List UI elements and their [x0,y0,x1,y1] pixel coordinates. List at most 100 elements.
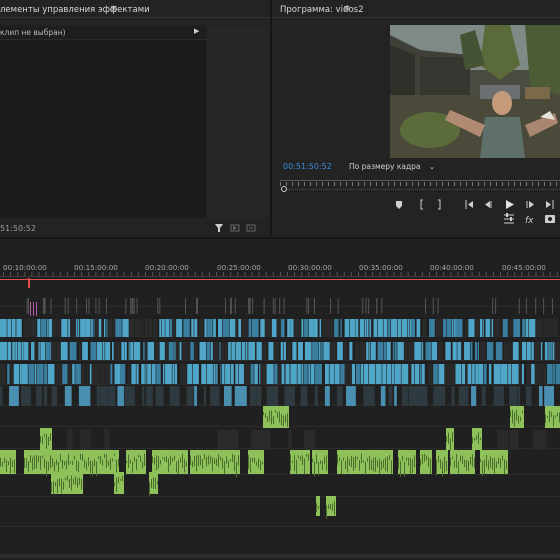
edit-line[interactable] [437,298,439,314]
audio-waveform[interactable] [14,459,15,473]
video-clip[interactable] [106,319,108,337]
audio-waveform[interactable] [502,455,503,461]
audio-waveform[interactable] [478,432,479,444]
video-clip[interactable] [308,319,314,337]
video-clip[interactable] [334,364,340,384]
video-clip[interactable] [451,319,454,337]
audio-waveform[interactable] [142,461,143,469]
video-clip[interactable] [155,386,164,406]
audio-waveform[interactable] [512,409,513,424]
video-clip[interactable] [168,342,174,360]
ruler-tick[interactable] [180,272,182,276]
audio-waveform[interactable] [6,459,7,473]
video-clip[interactable] [297,364,301,384]
video-clip[interactable] [321,342,323,360]
video-clip[interactable] [156,364,161,384]
audio-waveform[interactable] [308,454,309,461]
audio-waveform[interactable] [162,456,163,459]
audio-waveform[interactable] [170,456,171,466]
audio-waveform[interactable] [302,455,303,466]
audio-waveform[interactable] [452,432,453,442]
audio-waveform[interactable] [212,457,213,472]
video-clip[interactable] [526,364,531,384]
video-clip[interactable] [526,342,531,360]
audio-waveform[interactable] [254,457,255,464]
video-clip[interactable] [329,342,337,360]
video-clip[interactable] [468,319,475,337]
audio-waveform[interactable] [500,458,501,468]
video-clip[interactable] [243,364,250,384]
video-clip[interactable] [557,342,560,360]
video-clip[interactable] [349,319,356,337]
audio-waveform[interactable] [182,453,183,469]
audio-waveform[interactable] [55,482,56,487]
video-clip[interactable] [56,342,61,360]
edit-line[interactable] [306,298,308,314]
audio-waveform[interactable] [192,460,193,468]
audio-waveform[interactable] [357,456,358,460]
video-clip[interactable] [21,342,24,360]
audio-waveform[interactable] [448,432,449,444]
video-clip[interactable] [78,342,82,360]
edit-line[interactable] [157,298,159,314]
audio-waveform[interactable] [369,455,370,470]
video-clip[interactable] [131,364,136,384]
audio-waveform[interactable] [0,458,1,467]
marker[interactable] [36,302,37,316]
ruler-tick[interactable] [95,272,97,276]
audio-waveform[interactable] [128,454,129,469]
video-clip[interactable] [522,319,525,337]
edit-line[interactable] [492,298,494,314]
video-clip[interactable] [554,342,557,360]
audio-waveform[interactable] [339,457,340,462]
video-clip[interactable] [552,319,558,337]
audio-waveform[interactable] [172,457,173,462]
ruler-tick[interactable] [478,272,480,276]
edit-line[interactable] [133,298,135,314]
ruler-tick[interactable] [279,272,281,276]
gap-clip[interactable] [80,430,91,450]
audio-waveform[interactable] [106,453,107,469]
ruler-tick[interactable] [194,272,196,276]
audio-waveform[interactable] [265,413,266,418]
audio-waveform[interactable] [349,459,350,467]
ruler-tick[interactable] [528,272,530,276]
gap-clip[interactable] [288,430,293,450]
video-clip[interactable] [69,342,77,360]
audio-waveform[interactable] [494,457,495,474]
video-clip[interactable] [368,364,376,384]
marker-icon[interactable] [396,201,402,209]
audio-waveform[interactable] [320,460,321,464]
video-clip[interactable] [363,386,375,406]
video-clip[interactable] [283,342,286,360]
audio-waveform[interactable] [151,478,152,489]
video-clip[interactable] [169,386,180,406]
video-clip[interactable] [519,364,522,384]
video-clip[interactable] [248,319,252,337]
audio-waveform[interactable] [66,460,67,470]
audio-waveform[interactable] [446,436,447,442]
video-clip[interactable] [383,319,388,337]
ruler-tick[interactable] [17,272,19,276]
ruler-tick[interactable] [130,272,132,276]
video-clip[interactable] [153,319,158,337]
video-clip[interactable] [552,342,555,360]
video-clip[interactable] [194,319,198,337]
audio-waveform[interactable] [406,457,407,461]
audio-waveform[interactable] [76,460,77,471]
video-clip[interactable] [470,342,473,360]
video-clip[interactable] [404,342,407,360]
video-clip[interactable] [343,342,348,360]
step-back-icon[interactable] [485,201,492,208]
audio-waveform[interactable] [373,457,374,472]
video-clip[interactable] [474,319,480,337]
ruler-tick[interactable] [507,272,509,276]
video-clip[interactable] [391,319,398,337]
video-clip[interactable] [449,364,455,384]
audio-waveform[interactable] [367,457,368,462]
video-clip[interactable] [387,319,391,337]
video-clip[interactable] [324,364,329,384]
edit-line[interactable] [274,298,276,314]
ruler-tick[interactable] [556,272,558,276]
ruler-tick[interactable] [74,272,75,276]
